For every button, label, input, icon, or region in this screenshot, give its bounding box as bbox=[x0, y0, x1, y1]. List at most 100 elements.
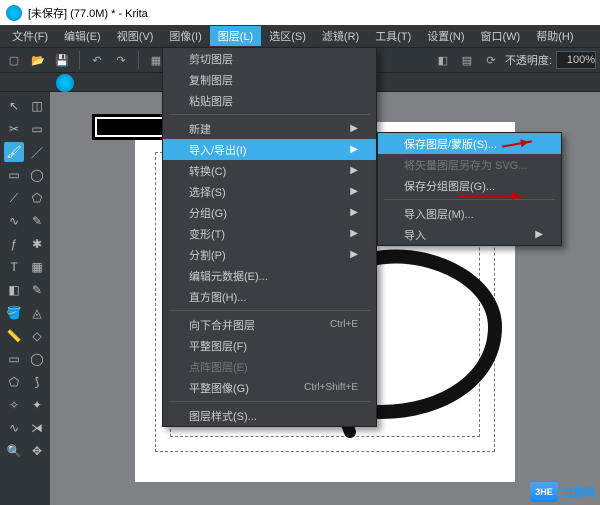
opacity-input[interactable] bbox=[556, 51, 596, 69]
watermark: 3HE 当游网 bbox=[530, 482, 595, 502]
layer-menu-item[interactable]: 平整图像(G)Ctrl+Shift+E bbox=[163, 377, 376, 398]
layer-menu-item[interactable]: 分组(G) ▶ bbox=[163, 202, 376, 223]
undo-icon[interactable]: ↶ bbox=[87, 50, 107, 70]
rect-tool-icon[interactable]: ▭ bbox=[4, 165, 24, 185]
ellipse-tool-icon[interactable]: ◯ bbox=[27, 165, 47, 185]
zoom-tool-icon[interactable]: 🔍 bbox=[4, 441, 24, 461]
menu-file[interactable]: 文件(F) bbox=[4, 26, 56, 46]
menu-item-label: 粘贴图层 bbox=[189, 93, 233, 109]
pattern-tool-icon[interactable]: ▦ bbox=[27, 257, 47, 277]
menu-item-label: 平整图层(F) bbox=[189, 338, 247, 354]
polyline-tool-icon[interactable]: ⟋ bbox=[4, 188, 24, 208]
move-tool-icon[interactable]: ↖ bbox=[4, 96, 24, 116]
tool-palette: ↖ ◫ ✂ ▭ 🖌 ／ ▭ ◯ ⟋ ⬠ ∿ ✎ ƒ ✱ T ▦ ◧ ✎ 🪣 ◬ … bbox=[0, 92, 50, 505]
new-file-icon[interactable]: ▢ bbox=[4, 50, 24, 70]
menu-select[interactable]: 选区(S) bbox=[261, 26, 314, 46]
submenu-arrow-icon: ▶ bbox=[350, 228, 358, 239]
menu-view[interactable]: 视图(V) bbox=[109, 26, 162, 46]
pan-tool-icon[interactable]: ✥ bbox=[27, 441, 47, 461]
annotation-arrow-icon bbox=[458, 195, 523, 197]
redo-icon[interactable]: ↷ bbox=[111, 50, 131, 70]
menu-filter[interactable]: 滤镜(R) bbox=[314, 26, 367, 46]
transform-tool-icon[interactable]: ◫ bbox=[27, 96, 47, 116]
layer-menu-item[interactable]: 直方图(H)... bbox=[163, 286, 376, 307]
shape-tool-icon[interactable]: ▭ bbox=[27, 119, 47, 139]
text-tool-icon[interactable]: T bbox=[4, 257, 24, 277]
gradient-tool-icon[interactable]: ◧ bbox=[4, 280, 24, 300]
menu-separator bbox=[169, 114, 370, 115]
select-similar-icon[interactable]: ✦ bbox=[27, 395, 47, 415]
export-menu-item[interactable]: 导入图层(M)... bbox=[378, 203, 561, 224]
open-file-icon[interactable]: 📂 bbox=[28, 50, 48, 70]
crop-tool-icon[interactable]: ✂ bbox=[4, 119, 24, 139]
layer-menu-item[interactable]: 分割(P)▶ bbox=[163, 244, 376, 265]
save-icon[interactable]: 💾 bbox=[52, 50, 72, 70]
layer-menu-item[interactable]: 导入/导出(I)▶ bbox=[163, 139, 376, 160]
select-rect-icon[interactable]: ▭ bbox=[4, 349, 24, 369]
line-tool-icon[interactable]: ／ bbox=[27, 142, 47, 162]
export-menu-item: 将矢量图层另存为 SVG... bbox=[378, 154, 561, 175]
layer-menu-item[interactable]: 复制图层 bbox=[163, 69, 376, 90]
layer-menu-item[interactable]: 图层样式(S)... bbox=[163, 405, 376, 426]
menu-shortcut: Ctrl+Shift+E bbox=[304, 382, 358, 393]
menu-item-label: 点阵图层(E) bbox=[189, 359, 248, 375]
brush-tool-icon[interactable]: 🖌 bbox=[4, 142, 24, 162]
window-title: [未保存] (77.0M) * - Krita bbox=[28, 5, 148, 21]
freehand-tool-icon[interactable]: ✎ bbox=[27, 211, 47, 231]
submenu-arrow-icon: ▶ bbox=[350, 207, 358, 218]
menu-tools[interactable]: 工具(T) bbox=[367, 26, 419, 46]
menu-help[interactable]: 帮助(H) bbox=[528, 26, 581, 46]
layer-menu-dropdown: 剪切图层复制图层粘贴图层新建▶导入/导出(I)▶转换(C)▶选择(S)▶分组(G… bbox=[162, 47, 377, 427]
layer-menu-item[interactable]: 粘贴图层 bbox=[163, 90, 376, 111]
menu-item-label: 导入 bbox=[404, 227, 426, 243]
menu-image[interactable]: 图像(I) bbox=[161, 26, 209, 46]
layer-menu-item[interactable]: 变形(T)▶ bbox=[163, 223, 376, 244]
menu-settings[interactable]: 设置(N) bbox=[419, 26, 472, 46]
title-bar: [未保存] (77.0M) * - Krita bbox=[0, 0, 600, 25]
menu-item-label: 将矢量图层另存为 SVG... bbox=[404, 157, 527, 173]
erase-mode-icon[interactable]: ◧ bbox=[433, 50, 453, 70]
layer-menu-item[interactable]: 转换(C)▶ bbox=[163, 160, 376, 181]
menu-item-label: 复制图层 bbox=[189, 72, 233, 88]
layer-menu-item[interactable]: 编辑元数据(E)... bbox=[163, 265, 376, 286]
select-poly-icon[interactable]: ⬠ bbox=[4, 372, 24, 392]
multi-brush-icon[interactable]: ✱ bbox=[27, 234, 47, 254]
layer-menu-item[interactable]: 剪切图层 bbox=[163, 48, 376, 69]
picker-tool-icon[interactable]: ✎ bbox=[27, 280, 47, 300]
toolbar-separator bbox=[79, 51, 80, 69]
document-tab-icon[interactable] bbox=[56, 74, 74, 92]
select-ellipse-icon[interactable]: ◯ bbox=[27, 349, 47, 369]
menu-item-label: 选择(S) bbox=[189, 184, 226, 200]
menu-edit[interactable]: 编辑(E) bbox=[56, 26, 109, 46]
menu-item-label: 编辑元数据(E)... bbox=[189, 268, 268, 284]
submenu-arrow-icon: ▶ bbox=[350, 144, 358, 155]
alpha-lock-icon[interactable]: ▤ bbox=[457, 50, 477, 70]
layer-menu-item[interactable]: 新建▶ bbox=[163, 118, 376, 139]
menu-layer[interactable]: 图层(L) bbox=[210, 26, 261, 46]
fill-tool-icon[interactable]: 🪣 bbox=[4, 303, 24, 323]
select-bezier-icon[interactable]: ∿ bbox=[4, 418, 24, 438]
menu-item-label: 分组(G) bbox=[189, 205, 227, 221]
layer-menu-item[interactable]: 向下合并图层Ctrl+E bbox=[163, 314, 376, 335]
assist-tool-icon[interactable]: ◬ bbox=[27, 303, 47, 323]
export-menu-item[interactable]: 保存图层/蒙版(S)... bbox=[378, 133, 561, 154]
select-free-icon[interactable]: ⟆ bbox=[27, 372, 47, 392]
reload-brush-icon[interactable]: ⟳ bbox=[481, 50, 501, 70]
export-menu-item[interactable]: 导入▶ bbox=[378, 224, 561, 245]
measure-tool-icon[interactable]: 📏 bbox=[4, 326, 24, 346]
bezier-tool-icon[interactable]: ∿ bbox=[4, 211, 24, 231]
layer-menu-item[interactable]: 平整图层(F) bbox=[163, 335, 376, 356]
app-icon bbox=[6, 5, 22, 21]
export-menu-item[interactable]: 保存分组图层(G)... bbox=[378, 175, 561, 196]
toolbar-separator bbox=[138, 51, 139, 69]
select-magnetic-icon[interactable]: ⧕ bbox=[27, 418, 47, 438]
menu-window[interactable]: 窗口(W) bbox=[473, 26, 529, 46]
ref-tool-icon[interactable]: ◇ bbox=[27, 326, 47, 346]
select-contig-icon[interactable]: ✧ bbox=[4, 395, 24, 415]
layer-menu-item[interactable]: 选择(S)▶ bbox=[163, 181, 376, 202]
polygon-tool-icon[interactable]: ⬠ bbox=[27, 188, 47, 208]
dyna-tool-icon[interactable]: ƒ bbox=[4, 234, 24, 254]
menu-item-label: 图层样式(S)... bbox=[189, 408, 257, 424]
menu-bar: 文件(F) 编辑(E) 视图(V) 图像(I) 图层(L) 选区(S) 滤镜(R… bbox=[0, 25, 600, 47]
watermark-text: 当游网 bbox=[562, 484, 595, 500]
